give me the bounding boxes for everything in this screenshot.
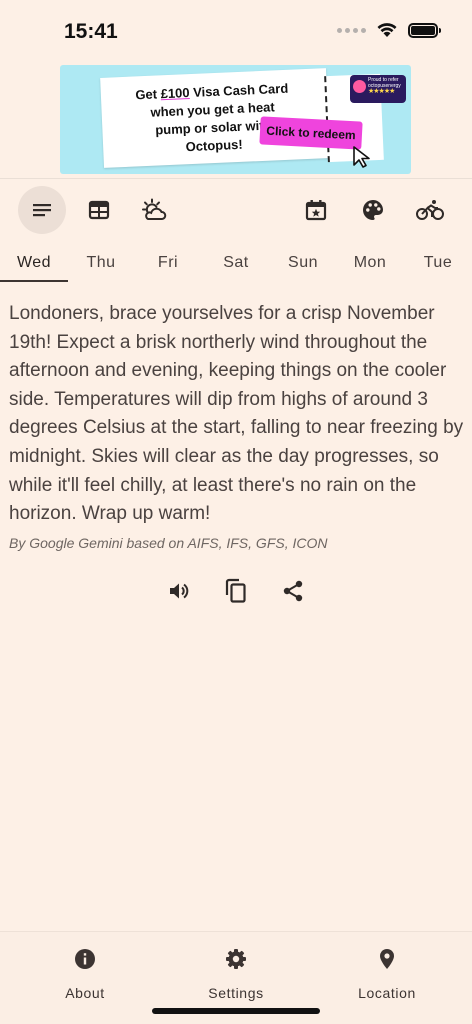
summary-actions	[0, 577, 472, 607]
tab-thu[interactable]: Thu	[67, 246, 135, 282]
read-aloud-button[interactable]	[165, 577, 193, 605]
tab-mon[interactable]: Mon	[336, 246, 404, 282]
tab-fri[interactable]: Fri	[134, 246, 202, 282]
theme-button[interactable]	[349, 186, 397, 234]
octopus-badge: Proud to refer octopusenergy ★★★★★	[350, 75, 406, 103]
copy-icon	[225, 578, 246, 603]
calendar-button[interactable]	[292, 186, 340, 234]
info-icon	[75, 949, 95, 969]
bicycle-icon	[416, 200, 444, 220]
home-indicator[interactable]	[152, 1008, 320, 1014]
status-bar: 15:41	[0, 0, 472, 62]
speaker-icon	[170, 583, 189, 599]
tab-tue[interactable]: Tue	[404, 246, 472, 282]
sunrise-view-button[interactable]	[131, 186, 179, 234]
octopus-logo-icon	[353, 80, 366, 93]
ad-redeem-button[interactable]: Click to redeem	[259, 116, 363, 150]
forecast-attribution: By Google Gemini based on AIFS, IFS, GFS…	[9, 535, 328, 551]
status-time: 15:41	[64, 20, 118, 43]
location-pin-icon	[380, 949, 394, 969]
wifi-icon	[377, 23, 397, 37]
cursor-icon	[353, 146, 370, 168]
palette-icon	[363, 200, 383, 220]
nav-location-label: Location	[358, 985, 416, 1001]
battery-icon	[408, 22, 441, 38]
nav-about[interactable]: About	[30, 948, 140, 1001]
nav-settings-label: Settings	[208, 985, 264, 1001]
text-summary-icon	[33, 204, 51, 217]
calendar-star-icon	[305, 200, 327, 221]
cycling-button[interactable]	[406, 186, 454, 234]
share-icon	[283, 580, 303, 602]
nav-location[interactable]: Location	[332, 948, 442, 1001]
signal-dots-icon	[337, 27, 366, 33]
table-icon	[88, 200, 110, 220]
forecast-summary: Londoners, brace yourselves for a crisp …	[9, 303, 464, 525]
share-button[interactable]	[279, 577, 307, 605]
ad-amount: £100	[160, 85, 190, 102]
nav-about-label: About	[65, 985, 105, 1001]
ad-banner[interactable]: Get £100 Visa Cash Card when you get a h…	[60, 65, 411, 174]
day-tabs: Wed Thu Fri Sat Sun Mon Tue	[0, 246, 472, 282]
view-toolbar	[0, 178, 472, 242]
rating-stars: ★★★★★	[368, 88, 395, 95]
tab-sun[interactable]: Sun	[269, 246, 337, 282]
sun-cloud-icon	[142, 198, 167, 220]
gear-icon	[226, 949, 246, 969]
copy-button[interactable]	[222, 577, 250, 605]
table-view-button[interactable]	[75, 186, 123, 234]
tab-sat[interactable]: Sat	[202, 246, 270, 282]
tab-wed[interactable]: Wed	[0, 246, 68, 282]
status-icons	[337, 22, 441, 38]
summary-view-button[interactable]	[18, 186, 66, 234]
nav-settings[interactable]: Settings	[181, 948, 291, 1001]
